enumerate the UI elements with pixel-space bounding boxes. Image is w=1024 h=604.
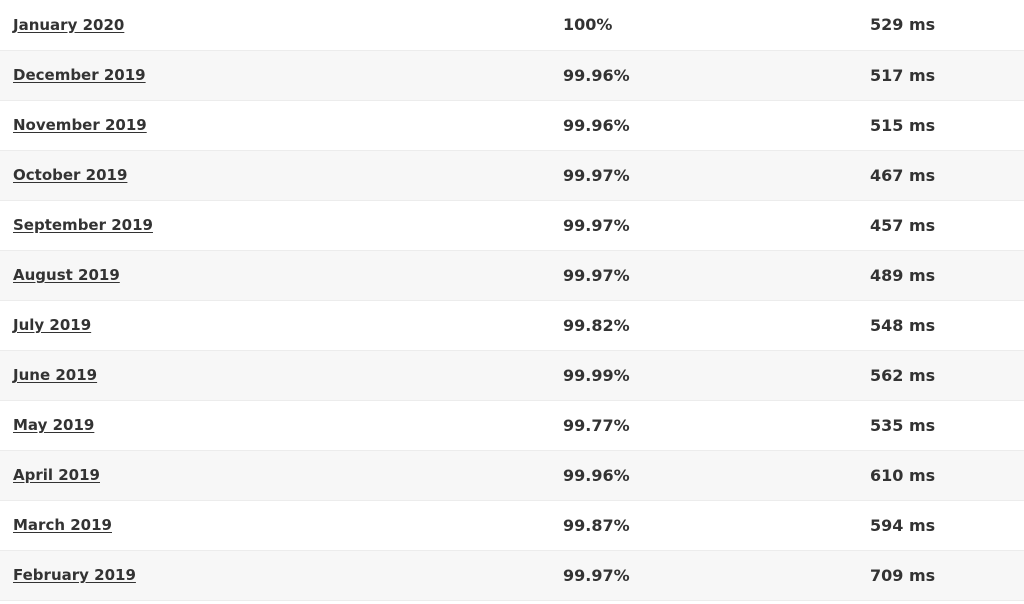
month-link[interactable]: June 2019 — [13, 366, 97, 384]
uptime-cell: 99.97% — [563, 265, 630, 285]
month-link[interactable]: October 2019 — [13, 166, 127, 184]
response-time-cell: 548 ms — [870, 315, 936, 335]
uptime-cell: 99.97% — [563, 165, 630, 185]
response-time-cell: 562 ms — [870, 365, 936, 385]
uptime-cell: 99.96% — [563, 65, 630, 85]
month-cell: July 2019 — [0, 300, 563, 350]
response-time-cell: 489 ms — [870, 265, 936, 285]
uptime-cell: 99.97% — [563, 565, 630, 585]
uptime-cell: 99.87% — [563, 515, 630, 535]
table-row: September 2019 99.97% 457 ms — [0, 200, 1024, 250]
month-link[interactable]: December 2019 — [13, 66, 146, 84]
table-row: August 2019 99.97% 489 ms — [0, 250, 1024, 300]
table-row: March 2019 99.87% 594 ms — [0, 500, 1024, 550]
response-time-cell: 709 ms — [870, 565, 936, 585]
uptime-cell: 100% — [563, 15, 613, 35]
month-link[interactable]: March 2019 — [13, 516, 112, 534]
table-row: February 2019 99.97% 709 ms — [0, 550, 1024, 600]
response-time-cell: 517 ms — [870, 65, 936, 85]
response-time-cell: 467 ms — [870, 165, 936, 185]
response-time-cell: 594 ms — [870, 515, 936, 535]
monthly-uptime-table: January 2020 100% 529 ms December 2019 99.96… — [0, 0, 1024, 601]
month-link[interactable]: September 2019 — [13, 216, 153, 234]
response-time-cell: 529 ms — [870, 15, 936, 35]
table-row: October 2019 99.97% 467 ms — [0, 150, 1024, 200]
table-row: June 2019 99.99% 562 ms — [0, 350, 1024, 400]
month-link[interactable]: May 2019 — [13, 416, 94, 434]
month-cell: April 2019 — [0, 450, 563, 500]
month-cell: August 2019 — [0, 250, 563, 300]
table-row: January 2020 100% 529 ms — [0, 0, 1024, 50]
month-link[interactable]: July 2019 — [13, 316, 91, 334]
month-cell: September 2019 — [0, 200, 563, 250]
month-cell: December 2019 — [0, 50, 563, 100]
month-cell: February 2019 — [0, 550, 563, 600]
uptime-cell: 99.99% — [563, 365, 630, 385]
response-time-cell: 535 ms — [870, 415, 936, 435]
month-cell: January 2020 — [0, 0, 563, 50]
uptime-cell: 99.97% — [563, 215, 630, 235]
response-time-cell: 457 ms — [870, 215, 936, 235]
month-link[interactable]: February 2019 — [13, 566, 136, 584]
month-cell: October 2019 — [0, 150, 563, 200]
uptime-cell: 99.77% — [563, 415, 630, 435]
month-cell: November 2019 — [0, 100, 563, 150]
uptime-cell: 99.96% — [563, 465, 630, 485]
uptime-cell: 99.96% — [563, 115, 630, 135]
month-cell: May 2019 — [0, 400, 563, 450]
month-link[interactable]: January 2020 — [13, 16, 124, 34]
table-row: July 2019 99.82% 548 ms — [0, 300, 1024, 350]
response-time-cell: 610 ms — [870, 465, 936, 485]
month-link[interactable]: April 2019 — [13, 466, 100, 484]
month-link[interactable]: November 2019 — [13, 116, 147, 134]
month-cell: June 2019 — [0, 350, 563, 400]
month-link[interactable]: August 2019 — [13, 266, 120, 284]
table-row: April 2019 99.96% 610 ms — [0, 450, 1024, 500]
table-row: May 2019 99.77% 535 ms — [0, 400, 1024, 450]
month-cell: March 2019 — [0, 500, 563, 550]
response-time-cell: 515 ms — [870, 115, 936, 135]
table-row: December 2019 99.96% 517 ms — [0, 50, 1024, 100]
table-row: November 2019 99.96% 515 ms — [0, 100, 1024, 150]
uptime-cell: 99.82% — [563, 315, 630, 335]
